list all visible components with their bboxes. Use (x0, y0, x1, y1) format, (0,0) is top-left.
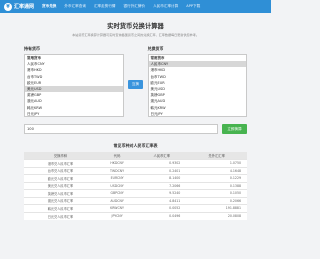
amount-input[interactable]: 100 (24, 124, 218, 134)
table-cell: GBPCNY (96, 189, 138, 197)
logo-icon: ¥ (4, 2, 12, 11)
main-content: 实时货币兑换计算器 本站货币汇率换算计算器可实时查询各国货币之间的兑换汇率，汇率… (0, 13, 271, 220)
table-cell[interactable]: 韩元兑人民币汇率 (24, 204, 97, 212)
logo-text: 汇率通网 (14, 4, 35, 10)
table-row: 美元兑人民币汇率 USDCNY 7.2066 0.1388 (24, 181, 247, 190)
from-currency-panel: 持有货币 常用货币 人民币CNY 港币HKD 台币TWD 欧元EUR 美元USD… (24, 46, 124, 117)
amount-row: 100 立即换算 (24, 124, 247, 134)
table-cell: 191.8881 (186, 204, 247, 212)
column-header: 兑换币种 (24, 152, 97, 160)
nav-item-trend[interactable]: 汇率走势行情 (94, 4, 116, 9)
table-cell: 0.0052 (137, 204, 187, 212)
from-currency-list[interactable]: 常用货币 人民币CNY 港币HKD 台币TWD 欧元EUR 美元USD 英镑GB… (24, 54, 124, 117)
table-row: 台币兑人民币汇率 TWDCNY 0.2401 4.1648 (24, 166, 247, 175)
table-row: 澳元兑人民币汇率 AUDCNY 4.8411 0.2066 (24, 196, 247, 205)
to-currency-list[interactable]: 常用货币 人民币CNY 港币HKD 台币TWD 欧元EUR 美元USD 英镑GB… (147, 54, 247, 117)
table-cell[interactable]: 美元兑人民币汇率 (24, 181, 97, 190)
table-cell: 0.0496 (137, 211, 187, 220)
table-cell: 0.1388 (186, 181, 247, 190)
swap-button[interactable]: 互换 (128, 80, 143, 89)
from-currency-label: 持有货币 (24, 46, 40, 51)
table-cell[interactable]: 澳元兑人民币汇率 (24, 196, 97, 205)
convert-button[interactable]: 立即换算 (222, 124, 247, 134)
table-cell[interactable]: 台币兑人民币汇率 (24, 166, 97, 175)
rate-table-title: 常见币种对人民币汇率表 (113, 143, 158, 148)
table-cell: 4.8411 (137, 196, 187, 205)
table-cell: 0.9302 (137, 159, 187, 167)
table-cell: 0.2066 (186, 196, 247, 205)
to-currency-label: 兑换货币 (147, 46, 164, 51)
table-cell: 0.1229 (186, 174, 247, 182)
table-cell: USDCNY (96, 181, 138, 190)
table-cell: 4.1648 (186, 166, 247, 175)
table-cell: 9.5240 (137, 189, 187, 197)
table-cell: 1.0750 (186, 159, 247, 167)
table-cell: 20.0808 (186, 211, 247, 220)
to-currency-panel: 兑换货币 常用货币 人民币CNY 港币HKD 台币TWD 欧元EUR 美元USD… (147, 46, 247, 117)
top-navbar: ¥ 汇率通网 货币兑换 外币汇率查询 汇率走势行情 银行外汇牌价 人民币汇率计算… (0, 0, 271, 13)
table-cell: 7.2066 (137, 181, 187, 190)
table-cell: JPYCNY (96, 211, 138, 220)
list-item[interactable]: 日元JPY (149, 111, 247, 116)
table-cell: AUDCNY (96, 196, 138, 205)
list-item[interactable]: 日元JPY (25, 111, 123, 116)
nav-item-rmb-calc[interactable]: 人民币汇率计算 (153, 4, 178, 9)
table-cell[interactable]: 欧元兑人民币汇率 (24, 174, 97, 182)
table-row: 韩元兑人民币汇率 KRWCNY 0.0052 191.8881 (24, 204, 247, 212)
page-subtitle: 本站货币汇率换算计算器可实时查询各国货币之间的兑换汇率，汇率数据每日更新供您参考… (72, 33, 199, 37)
nav-item-exchange[interactable]: 货币兑换 (42, 4, 56, 9)
main-nav: 货币兑换 外币汇率查询 汇率走势行情 银行外汇牌价 人民币汇率计算 APP下载 (42, 4, 200, 9)
column-header: 人民币汇率 (137, 152, 187, 160)
table-cell: 8.1400 (137, 174, 187, 182)
table-cell: TWDCNY (96, 166, 138, 175)
table-cell: HKDCNY (96, 159, 138, 167)
rate-table: 兑换币种 代码 人民币汇率 兑外汇汇率 港币兑人民币汇率 HKDCNY 0.93… (24, 152, 247, 220)
table-cell: EURCNY (96, 174, 138, 182)
table-row: 欧元兑人民币汇率 EURCNY 8.1400 0.1229 (24, 174, 247, 182)
site-logo[interactable]: ¥ 汇率通网 (4, 2, 35, 11)
table-row: 日元兑人民币汇率 JPYCNY 0.0496 20.0808 (24, 211, 247, 220)
converter-panels: 持有货币 常用货币 人民币CNY 港币HKD 台币TWD 欧元EUR 美元USD… (24, 46, 247, 117)
table-cell[interactable]: 日元兑人民币汇率 (24, 211, 97, 220)
table-row: 港币兑人民币汇率 HKDCNY 0.9302 1.0750 (24, 159, 247, 167)
column-header: 兑外汇汇率 (186, 152, 247, 160)
table-cell: KRWCNY (96, 204, 138, 212)
table-cell: 0.2401 (137, 166, 187, 175)
table-cell: 0.1050 (186, 189, 247, 197)
table-header-row: 兑换币种 代码 人民币汇率 兑外汇汇率 (24, 152, 247, 160)
table-cell[interactable]: 港币兑人民币汇率 (24, 159, 97, 167)
table-cell[interactable]: 英镑兑人民币汇率 (24, 189, 97, 197)
swap-column: 互换 (128, 53, 144, 116)
page-title: 实时货币兑换计算器 (107, 23, 164, 30)
nav-item-bank-rates[interactable]: 银行外汇牌价 (124, 4, 146, 9)
table-row: 英镑兑人民币汇率 GBPCNY 9.5240 0.1050 (24, 189, 247, 197)
nav-item-app[interactable]: APP下载 (186, 4, 200, 9)
nav-item-rate-query[interactable]: 外币汇率查询 (64, 4, 86, 9)
column-header: 代码 (96, 152, 138, 160)
